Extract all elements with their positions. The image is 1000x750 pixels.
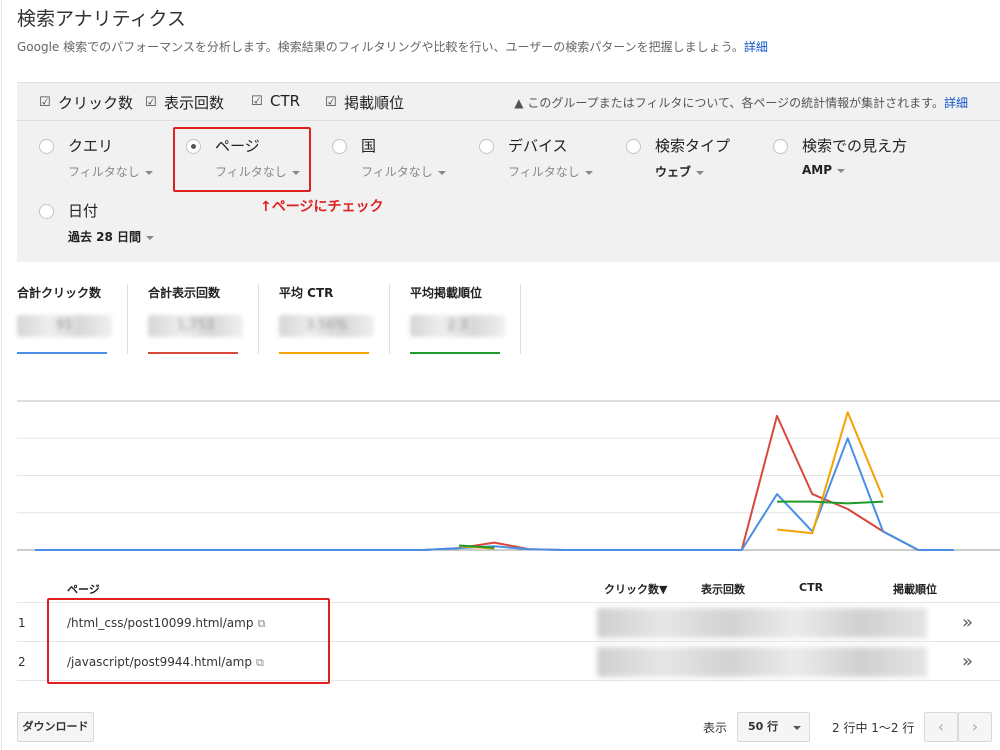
metric-color-bar xyxy=(148,352,238,354)
dimension-name: 国 xyxy=(361,137,377,155)
metric-value: 1,753 xyxy=(148,315,243,337)
dimension-filter[interactable]: ウェブ xyxy=(655,163,705,180)
checkbox-label: CTR xyxy=(270,92,301,110)
metric-color-bar xyxy=(410,352,500,354)
column-header-impressions[interactable]: 表示回数 xyxy=(701,581,745,597)
expand-chevron-icon[interactable]: » xyxy=(962,612,973,633)
filter-panel: ☑ クリック数 ☑ 表示回数 ☑ CTR ☑ 掲載順位 ▲ このグループまたはフ… xyxy=(17,82,1000,262)
previous-page-button[interactable]: ‹ xyxy=(924,712,958,742)
notice-detail-link[interactable]: 詳細 xyxy=(944,96,968,110)
dropdown-caret-icon xyxy=(584,170,593,175)
dimension-name: 日付 xyxy=(68,202,99,220)
dropdown-caret-icon xyxy=(793,726,801,730)
rows-label: 表示 xyxy=(703,721,728,735)
rows-option-value: 50 行 xyxy=(748,720,779,733)
warning-icon: ▲ xyxy=(514,96,524,110)
rows-per-page-select[interactable]: 50 行 xyxy=(737,712,810,742)
dropdown-caret-icon xyxy=(837,168,846,173)
checkbox-label: 掲載順位 xyxy=(344,94,405,112)
total-impressions-card[interactable]: 合計表示回数 1,753 xyxy=(148,284,258,354)
column-header-page[interactable]: ページ xyxy=(67,581,100,597)
checkbox-checked-icon: ☑ xyxy=(325,95,337,110)
checkbox-impressions[interactable]: ☑ 表示回数 xyxy=(145,92,224,113)
dimension-name: 検索での見え方 xyxy=(802,137,908,155)
checkbox-position[interactable]: ☑ 掲載順位 xyxy=(325,92,404,113)
checkbox-checked-icon: ☑ xyxy=(251,93,263,109)
notice-text: このグループまたはフィルタについて、各ページの統計情報が集計されます。 xyxy=(527,96,944,110)
radio-button[interactable] xyxy=(39,204,54,219)
metric-value: 91 xyxy=(17,315,112,337)
dimension-name: 検索タイプ xyxy=(655,137,731,155)
dimension-name: デバイス xyxy=(508,137,568,155)
checkbox-clicks[interactable]: ☑ クリック数 xyxy=(39,92,133,113)
metric-label: 合計クリック数 xyxy=(17,286,102,300)
download-button[interactable]: ダウンロード xyxy=(17,712,94,742)
metric-divider xyxy=(520,284,521,354)
chart-series-line-1 xyxy=(35,414,954,551)
aggregation-notice: ▲ このグループまたはフィルタについて、各ページの統計情報が集計されます。詳細 xyxy=(514,94,968,111)
metric-divider xyxy=(258,284,259,354)
checkbox-ctr[interactable]: ☑ CTR xyxy=(251,92,300,110)
column-header-clicks[interactable]: クリック数▼ xyxy=(604,581,667,597)
radio-button[interactable] xyxy=(479,139,494,154)
chart-series-line-2 xyxy=(35,437,954,551)
dropdown-caret-icon xyxy=(696,170,705,175)
radio-button[interactable] xyxy=(626,139,641,154)
blurred-metrics xyxy=(597,647,927,677)
metric-divider xyxy=(389,284,390,354)
dimension-filter[interactable]: AMP xyxy=(802,163,846,177)
radio-button[interactable] xyxy=(773,139,788,154)
expand-chevron-icon[interactable]: » xyxy=(962,651,973,672)
metric-divider xyxy=(127,284,128,354)
metric-label: 合計表示回数 xyxy=(148,286,221,300)
metric-label: 平均掲載順位 xyxy=(410,286,483,300)
radio-button[interactable] xyxy=(332,139,347,154)
dimension-filter[interactable]: フィルタなし xyxy=(68,163,153,180)
average-position-card[interactable]: 平均掲載順位 2.3 xyxy=(410,284,520,354)
checkbox-label: クリック数 xyxy=(58,94,134,112)
dimension-filter[interactable]: フィルタなし xyxy=(361,163,446,180)
checkbox-checked-icon: ☑ xyxy=(145,95,157,110)
performance-line-chart xyxy=(17,400,1000,551)
dropdown-caret-icon xyxy=(146,235,155,240)
page-description: Google 検索でのパフォーマンスを分析します。検索結果のフィルタリングや比較… xyxy=(17,38,768,55)
row-number: 1 xyxy=(18,616,26,630)
metric-color-bar xyxy=(17,352,107,354)
highlight-box-pages xyxy=(47,598,330,684)
dropdown-caret-icon xyxy=(144,170,153,175)
page-title: 検索アナリティクス xyxy=(17,8,186,30)
column-header-ctr[interactable]: CTR xyxy=(799,581,823,594)
checkbox-label: 表示回数 xyxy=(164,94,225,112)
pagination-text: 2 行中 1〜2 行 xyxy=(832,721,915,735)
metric-label: 平均 CTR xyxy=(279,286,334,300)
description-detail-link[interactable]: 詳細 xyxy=(744,40,768,54)
total-clicks-card[interactable]: 合計クリック数 91 xyxy=(17,284,127,354)
metric-value: 2.3 xyxy=(410,315,505,337)
annotation-text: ↑ページにチェック xyxy=(260,199,384,215)
column-header-position[interactable]: 掲載順位 xyxy=(893,581,937,597)
chart-series-line-3 xyxy=(458,411,884,550)
chevron-left-icon: ‹ xyxy=(937,717,945,736)
row-number: 2 xyxy=(18,655,26,669)
dimension-filter[interactable]: フィルタなし xyxy=(508,163,593,180)
checkbox-checked-icon: ☑ xyxy=(39,95,51,110)
highlight-box-page xyxy=(173,127,311,192)
dropdown-caret-icon xyxy=(437,170,446,175)
left-border xyxy=(1,0,2,750)
metrics-checkbox-row: ☑ クリック数 ☑ 表示回数 ☑ CTR ☑ 掲載順位 ▲ このグループまたはフ… xyxy=(17,83,1000,121)
blurred-metrics xyxy=(597,608,927,638)
description-text: Google 検索でのパフォーマンスを分析します。検索結果のフィルタリングや比較… xyxy=(17,40,744,54)
chevron-right-icon: › xyxy=(971,717,979,736)
dimension-filter[interactable]: 過去 28 日間 xyxy=(68,228,155,245)
next-page-button[interactable]: › xyxy=(958,712,992,742)
radio-button[interactable] xyxy=(39,139,54,154)
dimension-name: クエリ xyxy=(68,137,114,155)
metric-color-bar xyxy=(279,352,369,354)
average-ctr-card[interactable]: 平均 CTR 3.56% xyxy=(279,284,389,354)
metric-value: 3.56% xyxy=(279,315,374,337)
